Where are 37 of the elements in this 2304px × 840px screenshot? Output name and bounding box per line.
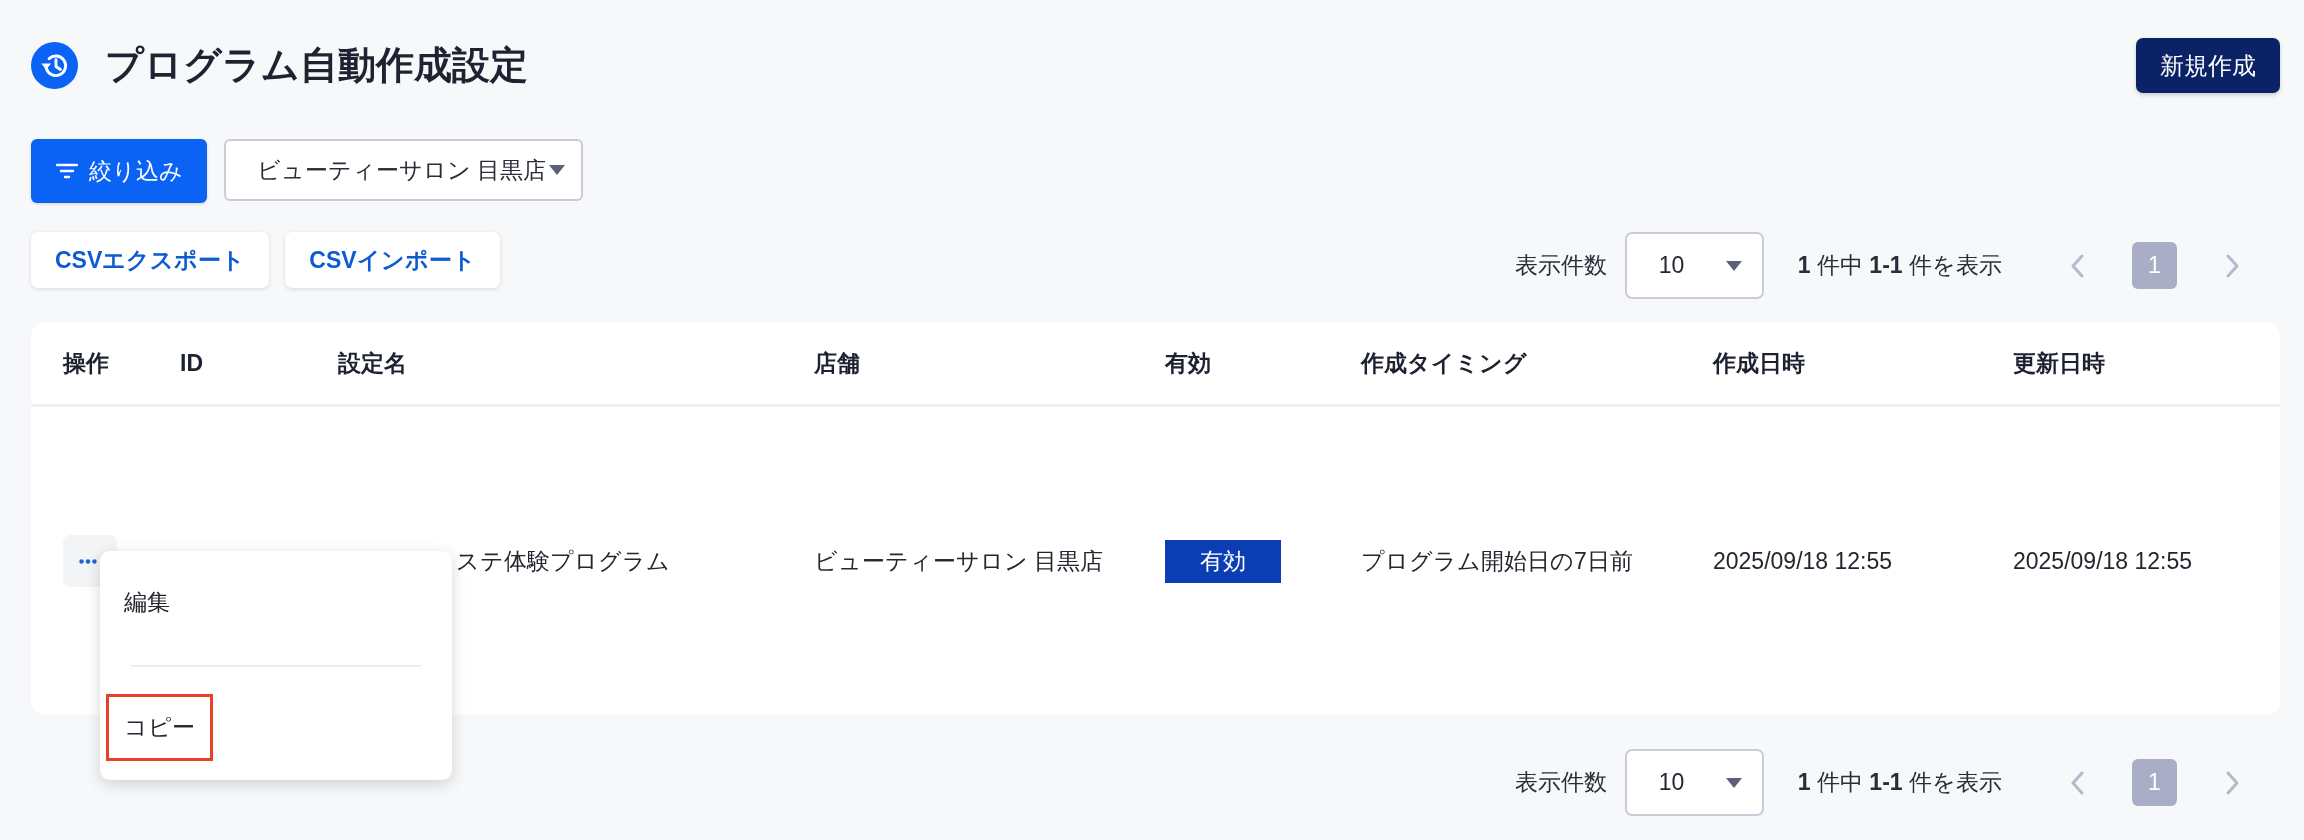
chevron-left-icon [2069,253,2084,278]
table-cell: 2025/09/18 12:55 [2013,547,2193,574]
caret-icon [549,165,566,175]
caret-icon [1725,777,1742,788]
table-cell: ビューティーサロン 目黒店 [814,547,1104,574]
pagination-summary: 1 件中 1-1 件を表示 [1797,768,2002,797]
menu-item[interactable]: コピー [106,694,213,761]
page-size-label: 表示件数 [1514,768,1607,797]
ellipsis-icon [79,558,97,564]
column-header: 有効 [1165,348,1211,378]
page-size-select[interactable]: 10 [1624,232,1764,299]
filter-button[interactable]: 絞り込み [31,139,207,203]
table-cell: 2025/09/18 12:55 [1713,547,1893,574]
csv-import-button[interactable]: CSVインポート [285,232,500,288]
chevron-right-icon [2225,770,2240,795]
column-header: 更新日時 [2013,348,2105,378]
column-header: 店舗 [814,348,860,378]
caret-icon [1725,260,1742,271]
page-title: プログラム自動作成設定 [105,42,528,88]
table-cell: プログラム開始日の7日前 [1361,547,1633,574]
chevron-left-icon [2069,770,2084,795]
column-header: 操作 [63,348,109,378]
chevron-right-icon [2225,253,2240,278]
column-header: 作成日時 [1713,348,1805,378]
column-header: 作成タイミング [1361,348,1527,378]
store-select[interactable]: ビューティーサロン 目黒店 [224,139,583,201]
csv-export-button[interactable]: CSVエクスポート [31,232,270,288]
page-size-select[interactable]: 10 [1624,749,1764,816]
pagination-summary: 1 件中 1-1 件を表示 [1797,251,2002,280]
table-cell: ステ体験プログラム [456,547,670,574]
page-size-label: 表示件数 [1514,251,1607,280]
filter-icon [55,163,78,179]
column-header: 設定名 [338,348,407,378]
new-button[interactable]: 新規作成 [2136,38,2280,93]
history-icon [31,42,78,89]
column-header: ID [180,349,203,377]
status-badge: 有効 [1165,539,1281,583]
